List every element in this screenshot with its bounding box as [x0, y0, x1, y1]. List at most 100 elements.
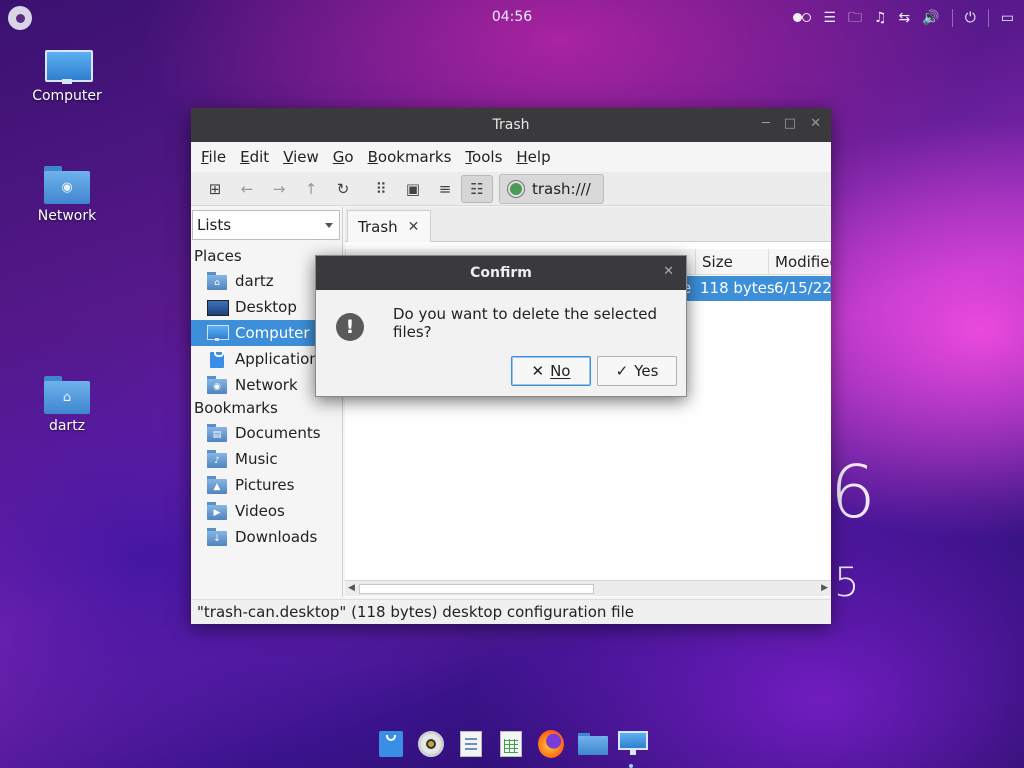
row-size: 118 bytes	[700, 279, 775, 297]
pictures-folder-icon: ▲	[207, 476, 227, 494]
cross-icon: ✕	[531, 362, 545, 380]
check-icon: ✓	[615, 362, 629, 380]
tab-close-icon[interactable]: ✕	[408, 219, 420, 235]
scrollbar-thumb[interactable]	[359, 584, 594, 594]
chevron-down-icon	[325, 223, 333, 228]
folder-outline-icon[interactable]: 🗀	[848, 8, 862, 28]
desktop-icon-label: Network	[37, 208, 97, 224]
places-header: Places	[194, 247, 242, 265]
tab-trash[interactable]: Trash ✕	[347, 210, 431, 242]
dialog-title: Confirm	[470, 265, 532, 281]
minimize-icon[interactable]: ─	[762, 116, 770, 131]
videos-folder-icon: ▶	[207, 502, 227, 520]
column-header-size[interactable]: Size	[695, 249, 768, 275]
row-modified: 6/15/22	[774, 279, 832, 297]
sidebar-item-label: Downloads	[235, 528, 318, 546]
scroll-right-icon[interactable]: ▶	[821, 583, 828, 593]
close-icon[interactable]: ✕	[810, 116, 821, 131]
scroll-left-icon[interactable]: ◀	[348, 583, 355, 593]
network-icon: ◉	[207, 376, 227, 394]
firefox-icon[interactable]	[538, 730, 564, 758]
sidebar-item-label: Desktop	[235, 298, 297, 316]
reload-icon[interactable]: ↻	[327, 175, 359, 203]
top-panel: 04:56 ☰ 🗀 ♫ ⇆ 🔊 ⏻ ▭	[0, 0, 1024, 36]
desktop-clock-digit: 5	[834, 560, 860, 606]
desktop-icon-label: dartz	[48, 418, 86, 434]
spreadsheet-icon[interactable]	[498, 730, 524, 758]
no-button[interactable]: ✕ No	[511, 356, 591, 386]
power-icon[interactable]: ⏻	[965, 8, 976, 28]
dialog-titlebar[interactable]: Confirm ✕	[316, 256, 686, 290]
desktop-icon-network[interactable]: ◉ Network	[17, 166, 117, 224]
up-arrow-icon[interactable]: ↑	[295, 175, 327, 203]
sidebar-item-label: Network	[235, 376, 298, 394]
sidebar-item-videos[interactable]: ▶ Videos	[191, 498, 343, 524]
close-icon[interactable]: ✕	[663, 264, 674, 279]
app-menu-logo-icon[interactable]	[8, 6, 32, 30]
menu-file[interactable]: File	[201, 148, 226, 166]
media-player-icon[interactable]	[418, 730, 444, 758]
downloads-folder-icon: ↓	[207, 528, 227, 546]
menu-edit[interactable]: Edit	[240, 148, 269, 166]
maximize-icon[interactable]: □	[784, 116, 796, 131]
desktop-icon-dartz[interactable]: ⌂ dartz	[17, 376, 117, 434]
sidebar-item-music[interactable]: ♪ Music	[191, 446, 343, 472]
network-arrows-icon[interactable]: ⇆	[899, 8, 911, 28]
desktop-icon-label: Computer	[32, 88, 102, 104]
window-title: Trash	[492, 117, 530, 133]
menu-bookmarks[interactable]: Bookmarks	[368, 148, 452, 166]
sidebar-item-documents[interactable]: ▤ Documents	[191, 420, 343, 446]
computer-icon	[45, 50, 93, 84]
system-tray: ☰ 🗀 ♫ ⇆ 🔊 ⏻ ▭	[793, 8, 1014, 28]
panel-clock[interactable]: 04:56	[470, 9, 554, 25]
menu-go[interactable]: Go	[333, 148, 354, 166]
tray-separator	[951, 9, 953, 27]
horizontal-scrollbar[interactable]: ◀ ▶	[345, 580, 831, 596]
new-tab-icon[interactable]: ⊞	[199, 175, 231, 203]
toolbar: ⊞ ← → ↑ ↻ ⠿ ▣ ≡ ☷ trash:///	[191, 172, 831, 206]
status-bar: "trash-can.desktop" (118 bytes) desktop …	[191, 599, 831, 624]
sidebar-item-label: Music	[235, 450, 278, 468]
tab-bar: Trash ✕	[345, 207, 831, 242]
sidebar-item-pictures[interactable]: ▲ Pictures	[191, 472, 343, 498]
bell-icon[interactable]: ♫	[874, 8, 887, 28]
software-center-icon[interactable]	[378, 730, 404, 758]
bookmarks-header: Bookmarks	[194, 399, 278, 417]
home-folder-icon: ⌂	[207, 272, 227, 290]
location-bar[interactable]: trash:///	[499, 173, 604, 204]
forward-arrow-icon[interactable]: →	[263, 175, 295, 203]
music-folder-icon: ♪	[207, 450, 227, 468]
sidebar-item-label: Documents	[235, 424, 321, 442]
icon-view-icon[interactable]: ⠿	[365, 175, 397, 203]
sidebar-item-downloads[interactable]: ↓ Downloads	[191, 524, 343, 550]
sidebar-item-label: Pictures	[235, 476, 295, 494]
home-folder-icon: ⌂	[44, 376, 90, 414]
compact-view-icon[interactable]: ≡	[429, 175, 461, 203]
trash-icon	[508, 180, 524, 197]
menu-lines-icon[interactable]: ☰	[823, 8, 836, 28]
applications-bag-icon	[207, 350, 227, 368]
toggle-dots-icon[interactable]	[793, 8, 812, 28]
computer-icon[interactable]	[618, 730, 648, 758]
thumbnail-view-icon[interactable]: ▣	[397, 175, 429, 203]
confirm-dialog: Confirm ✕ ! Do you want to delete the se…	[315, 255, 687, 397]
back-arrow-icon[interactable]: ←	[231, 175, 263, 203]
window-titlebar[interactable]: Trash ─ □ ✕	[191, 108, 831, 142]
network-folder-icon: ◉	[44, 166, 90, 204]
desktop-icon-computer[interactable]: Computer	[17, 50, 117, 104]
menu-tools[interactable]: Tools	[465, 148, 502, 166]
detailed-list-view-icon[interactable]: ☷	[461, 174, 493, 203]
side-pane-mode-select[interactable]: Lists	[192, 210, 340, 240]
yes-button[interactable]: ✓ Yes	[597, 356, 677, 386]
layout-icon[interactable]: ▭	[1001, 8, 1014, 28]
menu-view[interactable]: View	[283, 148, 319, 166]
location-text: trash:///	[532, 179, 591, 198]
tray-separator	[987, 9, 989, 27]
menu-help[interactable]: Help	[516, 148, 550, 166]
menu-bar: File Edit View Go Bookmarks Tools Help	[191, 142, 831, 172]
volume-icon[interactable]: 🔊	[922, 8, 939, 28]
no-button-label: No	[550, 362, 571, 380]
column-header-modified[interactable]: Modified	[768, 249, 831, 275]
file-manager-icon[interactable]	[578, 730, 608, 758]
text-editor-icon[interactable]	[458, 730, 484, 758]
